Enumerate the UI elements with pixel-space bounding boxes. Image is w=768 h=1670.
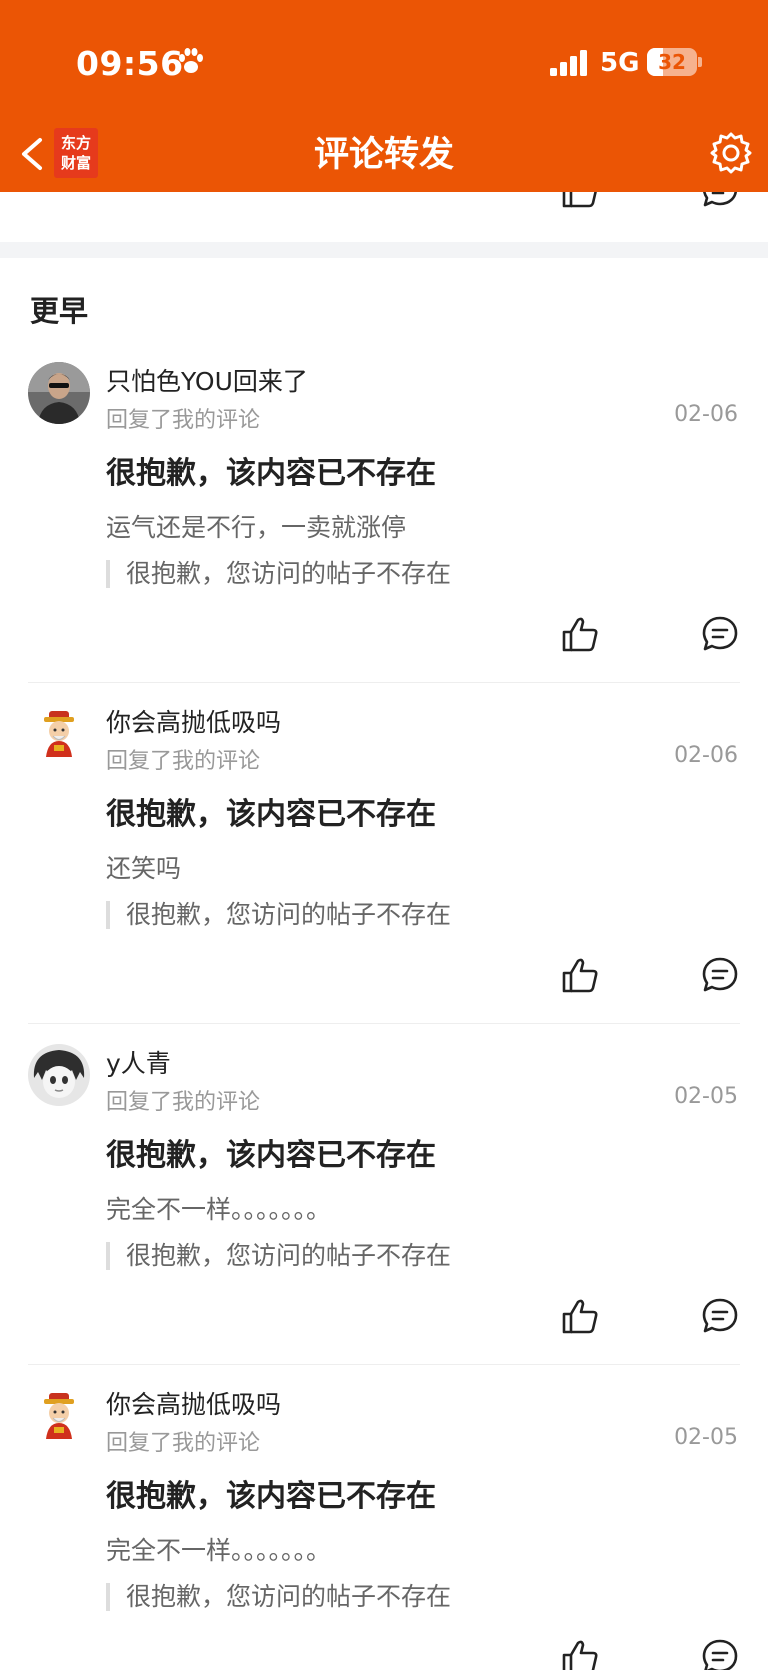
thumbs-up-icon[interactable] [560, 955, 600, 995]
action-text: 回复了我的评论 [106, 1090, 261, 1115]
comment-bubble-icon[interactable] [700, 614, 740, 654]
item-separator [28, 682, 740, 683]
battery-level: 32 [658, 50, 686, 74]
quoted-post[interactable]: 很抱歉，您访问的帖子不存在 [106, 560, 451, 588]
date: 02-06 [674, 402, 738, 427]
username[interactable]: 你会高抛低吸吗 [106, 1385, 281, 1421]
avatar[interactable] [28, 362, 90, 424]
reply-text[interactable]: 完全不一样。。。。。。。 [106, 1531, 331, 1567]
reply-text[interactable]: 完全不一样。。。。。。。 [106, 1190, 331, 1226]
username[interactable]: y人青 [106, 1044, 171, 1080]
date: 02-05 [674, 1425, 738, 1450]
previous-item-actions [0, 192, 768, 242]
notification-item[interactable]: 你会高抛低吸吗 回复了我的评论 02-06 很抱歉，该内容已不存在 还笑吗 很抱… [0, 703, 768, 1044]
notification-item[interactable]: y人青 回复了我的评论 02-05 很抱歉，该内容已不存在 完全不一样。。。。。… [0, 1044, 768, 1385]
cellular-signal-icon [550, 50, 587, 76]
headline[interactable]: 很抱歉，该内容已不存在 [106, 789, 436, 833]
gear-icon[interactable] [708, 130, 754, 176]
thumbs-up-icon[interactable] [560, 614, 600, 654]
date: 02-05 [674, 1084, 738, 1109]
quoted-post[interactable]: 很抱歉，您访问的帖子不存在 [106, 1242, 451, 1270]
reply-text[interactable]: 运气还是不行，一卖就涨停 [106, 508, 406, 544]
network-type: 5G [600, 48, 640, 78]
headline[interactable]: 很抱歉，该内容已不存在 [106, 1130, 436, 1174]
avatar[interactable] [28, 1044, 90, 1106]
battery-cap [698, 57, 702, 67]
date: 02-06 [674, 743, 738, 768]
headline[interactable]: 很抱歉，该内容已不存在 [106, 448, 436, 492]
notification-item[interactable]: 你会高抛低吸吗 回复了我的评论 02-05 很抱歉，该内容已不存在 完全不一样。… [0, 1385, 768, 1670]
section-title: 更早 [30, 294, 89, 328]
comment-bubble-icon[interactable] [700, 192, 740, 210]
comment-bubble-icon[interactable] [700, 955, 740, 995]
quoted-post[interactable]: 很抱歉，您访问的帖子不存在 [106, 1583, 451, 1611]
headline[interactable]: 很抱歉，该内容已不存在 [106, 1471, 436, 1515]
comment-bubble-icon[interactable] [700, 1637, 740, 1670]
paw-icon [179, 48, 203, 73]
action-text: 回复了我的评论 [106, 408, 261, 433]
notification-item[interactable]: 只怕色YOU回来了 回复了我的评论 02-06 很抱歉，该内容已不存在 运气还是… [0, 362, 768, 703]
thumbs-up-icon[interactable] [560, 192, 600, 210]
item-separator [28, 1023, 740, 1024]
username[interactable]: 你会高抛低吸吗 [106, 703, 281, 739]
battery-icon: 32 [647, 48, 697, 76]
status-time: 09:56 [76, 44, 184, 83]
action-text: 回复了我的评论 [106, 749, 261, 774]
section-divider [0, 242, 768, 258]
username[interactable]: 只怕色YOU回来了 [106, 362, 308, 398]
thumbs-up-icon[interactable] [560, 1296, 600, 1336]
app-header: 09:56 5G 32 东方 财富 评论转发 [0, 0, 768, 192]
comment-bubble-icon[interactable] [700, 1296, 740, 1336]
action-text: 回复了我的评论 [106, 1431, 261, 1456]
thumbs-up-icon[interactable] [560, 1637, 600, 1670]
avatar[interactable] [28, 1385, 90, 1447]
status-bar: 09:56 5G 32 [0, 0, 768, 120]
quoted-post[interactable]: 很抱歉，您访问的帖子不存在 [106, 901, 451, 929]
item-separator [28, 1364, 740, 1365]
avatar[interactable] [28, 703, 90, 765]
page-title: 评论转发 [313, 135, 454, 175]
reply-text[interactable]: 还笑吗 [106, 849, 181, 885]
nav-bar: 东方 财富 评论转发 [0, 120, 768, 192]
